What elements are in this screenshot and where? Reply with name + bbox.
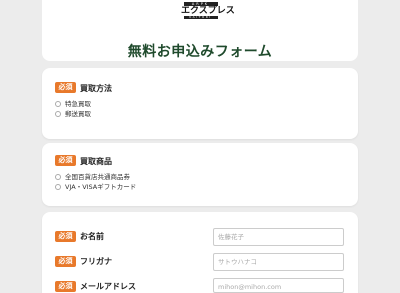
kana-input[interactable]: サトウハナコ bbox=[213, 253, 344, 271]
radio-icon[interactable] bbox=[55, 184, 61, 190]
option-mail-purchase[interactable]: 郵送買取 bbox=[55, 110, 91, 118]
email-label: メールアドレス bbox=[80, 282, 136, 291]
required-badge: 必須 bbox=[55, 256, 76, 267]
option-department-store-voucher[interactable]: 全国百貨店共通商品券 bbox=[55, 173, 130, 181]
option-visa-gift-card[interactable]: VJA・VISAギフトカード bbox=[55, 183, 136, 191]
purchase-item-section: 必須 買取商品 全国百貨店共通商品券 VJA・VISAギフトカード bbox=[42, 143, 358, 206]
option-label: VJA・VISAギフトカード bbox=[65, 183, 137, 191]
radio-icon[interactable] bbox=[55, 111, 61, 117]
purchase-method-label: 買取方法 bbox=[80, 84, 112, 93]
purchase-method-section: 必須 買取方法 特急買取 郵送買取 bbox=[42, 68, 358, 139]
page-title: 無料お申込みフォーム bbox=[127, 44, 273, 60]
brand-logo: ARPK エクスプレス KAITORI bbox=[181, 2, 235, 24]
option-label: 郵送買取 bbox=[65, 110, 91, 118]
purchase-item-label: 買取商品 bbox=[80, 157, 112, 166]
radio-icon[interactable] bbox=[55, 174, 61, 180]
option-express-purchase[interactable]: 特急買取 bbox=[55, 100, 91, 108]
email-input[interactable]: mihon@mihon.com bbox=[213, 278, 344, 293]
required-badge: 必須 bbox=[55, 281, 76, 292]
option-label: 全国百貨店共通商品券 bbox=[65, 173, 130, 181]
kana-label: フリガナ bbox=[80, 257, 112, 266]
name-input[interactable]: 佐藤花子 bbox=[213, 228, 344, 246]
radio-icon[interactable] bbox=[55, 101, 61, 107]
logo-sub-text: KAITORI bbox=[183, 16, 218, 19]
required-badge: 必須 bbox=[55, 231, 76, 242]
required-badge: 必須 bbox=[55, 155, 76, 166]
name-label: お名前 bbox=[80, 232, 104, 241]
option-label: 特急買取 bbox=[65, 100, 91, 108]
required-badge: 必須 bbox=[55, 82, 76, 93]
